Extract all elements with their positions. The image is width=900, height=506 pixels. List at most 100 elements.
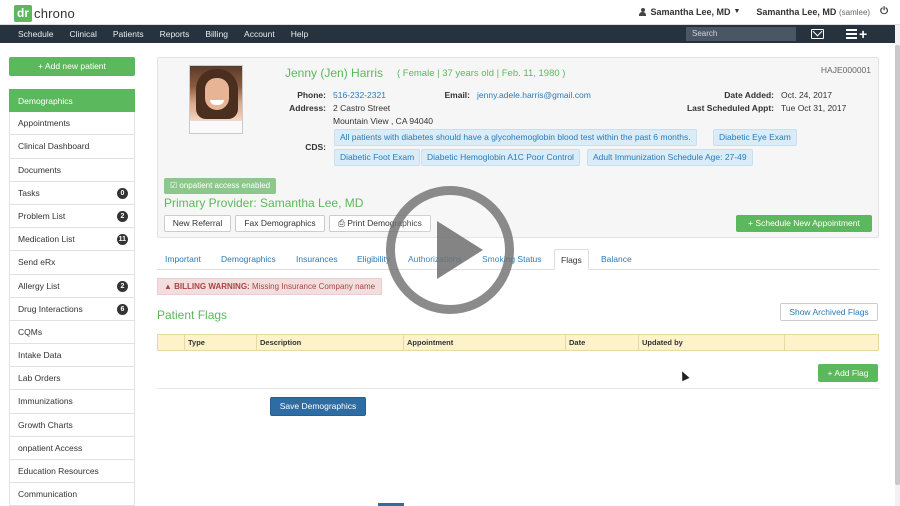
date-added-value: Oct. 24, 2017	[781, 90, 833, 100]
sidebar-item-label: Tasks	[18, 187, 40, 198]
cds-label: CDS:	[305, 142, 326, 152]
sidebar-item-communication[interactable]: Communication	[9, 483, 135, 506]
count-badge: 2	[117, 210, 128, 222]
warning-icon: ▲	[164, 282, 172, 291]
tab-important[interactable]: Important	[159, 249, 207, 270]
cds-tag[interactable]: Diabetic Eye Exam	[713, 129, 797, 146]
sidebar-item-demographics[interactable]: Demographics	[9, 89, 135, 113]
account-switcher[interactable]: Samantha Lee, MD (samlee)	[756, 7, 870, 17]
count-badge: 0	[117, 187, 128, 199]
sidebar-item-label: Medication List	[18, 234, 75, 245]
sidebar-item-label: CQMs	[18, 326, 43, 337]
cds-tag[interactable]: Diabetic Hemoglobin A1C Poor Control	[421, 149, 580, 166]
table-header-updated-by: Updated by	[638, 335, 784, 350]
tab-demographics[interactable]: Demographics	[215, 249, 282, 270]
sidebar-item-problem-list[interactable]: Problem List 2	[9, 204, 135, 229]
demographics-tabs: Important Demographics Insurances Eligib…	[157, 249, 879, 270]
printer-icon: ⎙	[338, 218, 345, 228]
nav-clinical[interactable]: Clinical	[61, 25, 104, 43]
tab-flags[interactable]: Flags	[554, 249, 589, 270]
scrollbar-thumb[interactable]	[895, 45, 900, 485]
logo-badge: dr	[14, 4, 32, 22]
sidebar-item-allergy-list[interactable]: Allergy List 2	[9, 274, 135, 298]
patient-sidebar: Demographics Appointments Clinical Dashb…	[9, 89, 135, 506]
sidebar-item-drug-interactions[interactable]: Drug Interactions 6	[9, 297, 135, 321]
show-archived-flags-button[interactable]: Show Archived Flags	[780, 303, 878, 321]
sidebar-item-label: Documents	[18, 164, 61, 175]
user-name: Samantha Lee, MD	[650, 6, 731, 17]
cds-tag[interactable]: All patients with diabetes should have a…	[334, 129, 697, 146]
sidebar-item-documents[interactable]: Documents	[9, 158, 135, 182]
sidebar-item-education-resources[interactable]: Education Resources	[9, 460, 135, 484]
nav-account[interactable]: Account	[236, 25, 283, 43]
user-menu[interactable]: Samantha Lee, MD ▼	[639, 7, 740, 17]
nav-patients[interactable]: Patients	[105, 25, 152, 43]
onpatient-access-badge: ☑ onpatient access enabled	[164, 178, 277, 194]
video-play-button[interactable]	[386, 186, 514, 314]
cds-tag[interactable]: Adult Immunization Schedule Age: 27-49	[587, 149, 753, 166]
nav-billing[interactable]: Billing	[197, 25, 236, 43]
sidebar-item-send-erx[interactable]: Send eRx	[9, 251, 135, 275]
save-demographics-button[interactable]: Save Demographics	[270, 397, 366, 416]
schedule-appointment-button[interactable]: + Schedule New Appointment	[736, 215, 872, 232]
patient-summary-card: Jenny (Jen) Harris ( Female | 37 years o…	[157, 57, 879, 238]
menu-icon[interactable]	[846, 29, 857, 39]
add-new-patient-button[interactable]: + Add new patient	[9, 57, 135, 76]
new-referral-button[interactable]: New Referral	[164, 215, 231, 232]
add-flag-button[interactable]: + Add Flag	[818, 364, 878, 382]
count-badge: 2	[117, 280, 128, 292]
patient-flags-title: Patient Flags	[157, 308, 228, 322]
phone-label: Phone:	[297, 90, 326, 100]
sidebar-item-clinical-dashboard[interactable]: Clinical Dashboard	[9, 135, 135, 159]
nav-help[interactable]: Help	[283, 25, 316, 43]
sidebar-item-label: Intake Data	[18, 350, 62, 361]
sidebar-item-label: Education Resources	[18, 466, 99, 476]
account-username: (samlee)	[838, 7, 871, 17]
phone-value[interactable]: 516-232-2321	[333, 90, 386, 100]
email-value[interactable]: jenny.adele.harris@gmail.com	[477, 90, 591, 100]
sidebar-item-growth-charts[interactable]: Growth Charts	[9, 413, 135, 437]
flags-table-header: Type Description Appointment Date Update…	[157, 334, 879, 351]
search-input[interactable]: Search	[686, 27, 796, 41]
mail-icon[interactable]	[811, 29, 824, 39]
table-header-description: Description	[256, 335, 403, 350]
table-header-appointment: Appointment	[403, 335, 565, 350]
power-icon[interactable]: ⏻	[880, 6, 888, 17]
sidebar-item-label: Allergy List	[18, 280, 60, 291]
tab-balance[interactable]: Balance	[595, 249, 638, 270]
sidebar-item-label: Appointments	[18, 118, 70, 129]
date-added-label: Date Added:	[724, 90, 774, 100]
nav-schedule[interactable]: Schedule	[10, 25, 61, 43]
fax-demographics-button[interactable]: Fax Demographics	[235, 215, 325, 232]
sidebar-item-tasks[interactable]: Tasks 0	[9, 181, 135, 205]
drchrono-logo[interactable]: dr chrono	[14, 4, 75, 22]
table-header-type: Type	[184, 335, 256, 350]
sidebar-item-cqms[interactable]: CQMs	[9, 320, 135, 345]
nav-reports[interactable]: Reports	[152, 25, 198, 43]
cds-tag[interactable]: Diabetic Foot Exam	[334, 149, 421, 166]
warning-title: BILLING WARNING:	[174, 282, 250, 291]
nav-items: Schedule Clinical Patients Reports Billi…	[10, 25, 316, 43]
tab-insurances[interactable]: Insurances	[290, 249, 344, 270]
caret-down-icon: ▼	[733, 8, 741, 15]
top-header: dr chrono Samantha Lee, MD ▼ Samantha Le…	[0, 0, 900, 25]
plus-icon[interactable]: +	[859, 26, 867, 42]
sidebar-item-label: Demographics	[18, 96, 73, 106]
sidebar-item-intake-data[interactable]: Intake Data	[9, 344, 135, 368]
mouse-cursor-icon	[678, 369, 690, 382]
sidebar-item-immunizations[interactable]: Immunizations	[9, 390, 135, 414]
account-area: Samantha Lee, MD ▼ Samantha Lee, MD (sam…	[639, 6, 888, 17]
main-nav: Schedule Clinical Patients Reports Billi…	[0, 25, 895, 43]
sidebar-item-medication-list[interactable]: Medication List 11	[9, 228, 135, 252]
page-scrollbar[interactable]	[895, 25, 900, 506]
sidebar-item-label: Lab Orders	[18, 373, 61, 384]
last-appt-label: Last Scheduled Appt:	[686, 103, 774, 113]
billing-warning: ▲ BILLING WARNING: Missing Insurance Com…	[157, 278, 383, 295]
play-icon	[437, 221, 483, 279]
sidebar-item-lab-orders[interactable]: Lab Orders	[9, 367, 135, 391]
count-badge: 11	[116, 234, 128, 246]
sidebar-item-appointments[interactable]: Appointments	[9, 112, 135, 136]
sidebar-item-onpatient-access[interactable]: onpatient Access	[9, 436, 135, 460]
patient-photo	[189, 65, 243, 134]
sidebar-item-label: Communication	[18, 489, 78, 500]
